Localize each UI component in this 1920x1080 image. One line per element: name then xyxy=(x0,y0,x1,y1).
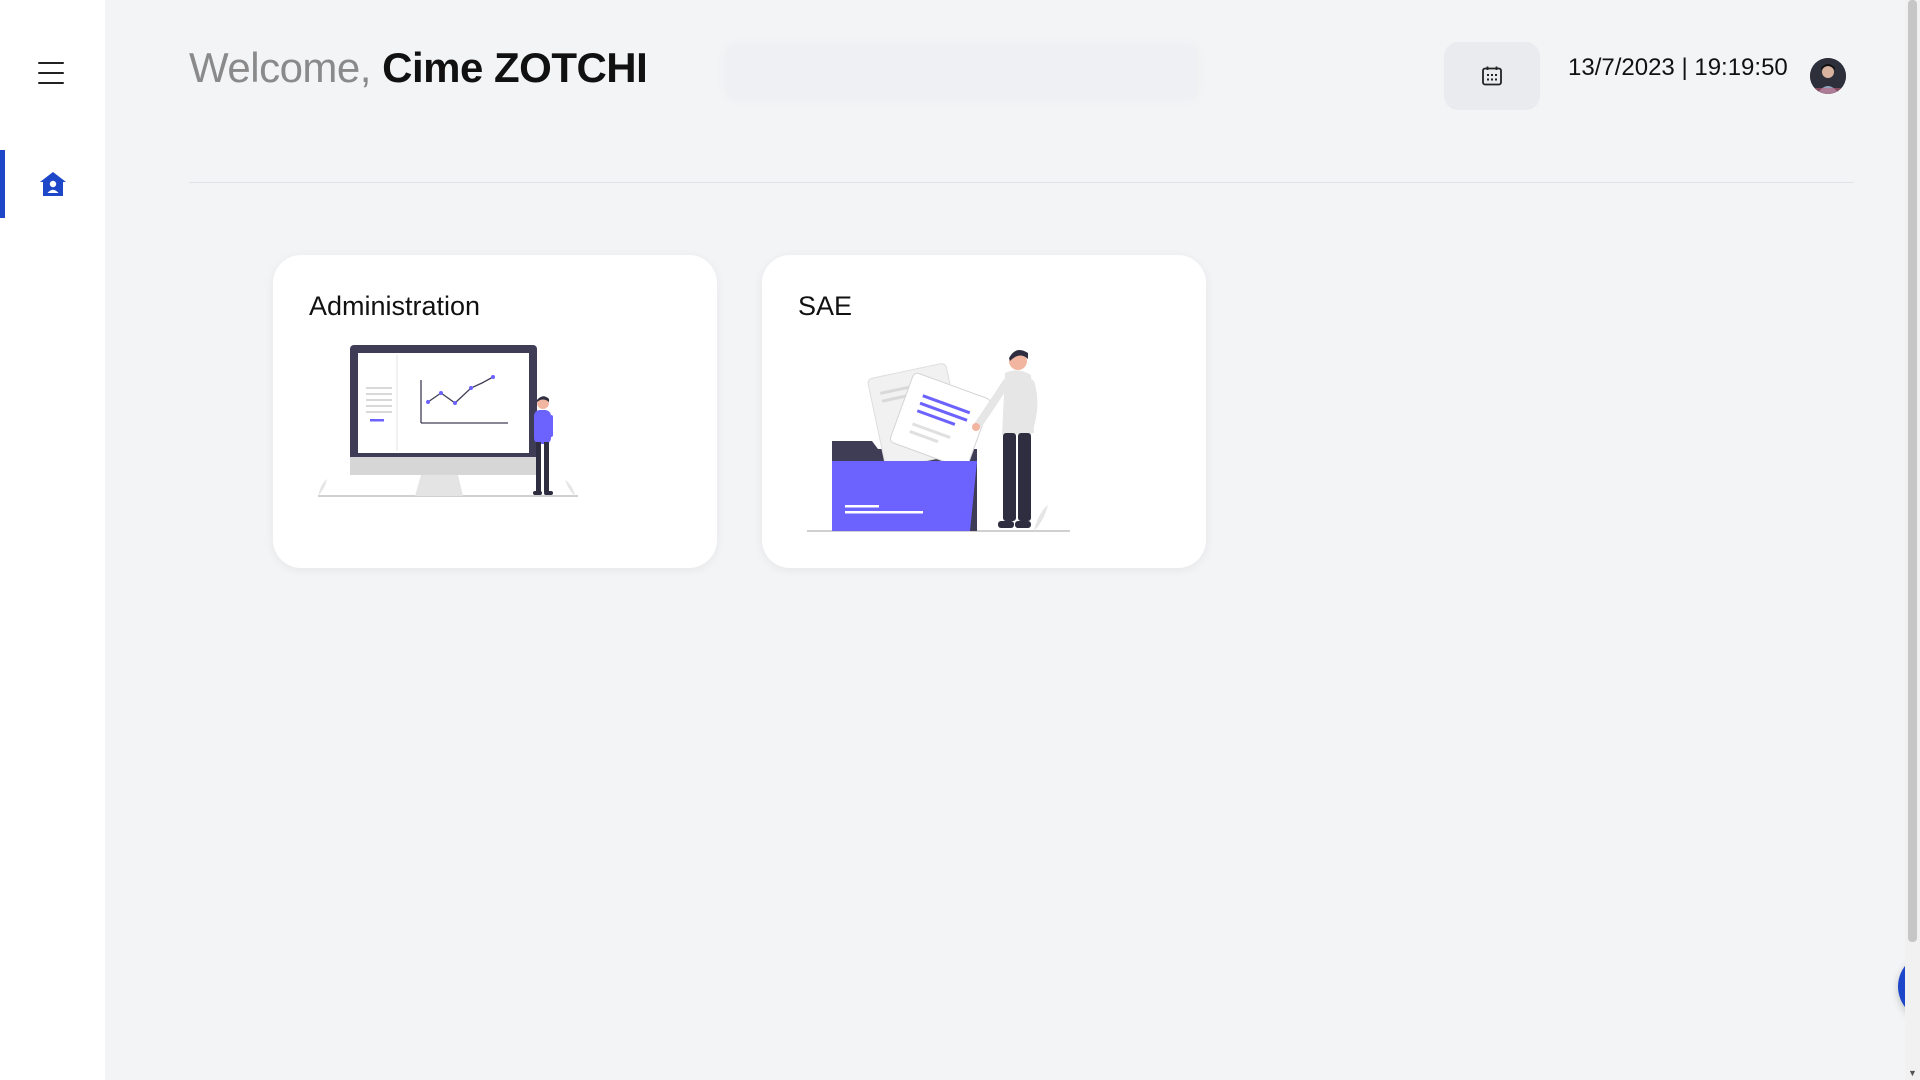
card-title: SAE xyxy=(798,291,853,321)
vertical-scrollbar[interactable]: ▼ xyxy=(1905,0,1920,1080)
calendar-icon xyxy=(1482,66,1502,86)
search-placeholder-box xyxy=(727,46,1197,98)
active-indicator xyxy=(0,150,5,218)
main-content: Welcome, Cime ZOTCHI 13/7/2023 | 19:19:5… xyxy=(105,0,1920,1080)
card-administration[interactable]: Administration xyxy=(273,255,717,568)
user-avatar[interactable] xyxy=(1810,58,1846,94)
documents-illustration xyxy=(807,349,1070,532)
dashboard-illustration xyxy=(318,345,578,497)
card-title: Administration xyxy=(309,291,481,321)
sidebar-item-home[interactable] xyxy=(0,150,105,218)
calendar-button[interactable] xyxy=(1444,42,1540,110)
home-icon xyxy=(39,172,66,196)
scrollbar-thumb[interactable] xyxy=(1908,0,1917,942)
page-title: Welcome, Cime ZOTCHI xyxy=(189,44,648,92)
menu-toggle-icon[interactable] xyxy=(38,62,64,84)
datetime-display: 13/7/2023 | 19:19:50 xyxy=(1568,54,1788,81)
scroll-down-arrow-icon[interactable]: ▼ xyxy=(1905,1066,1920,1080)
user-name: Cime ZOTCHI xyxy=(382,44,648,91)
header-divider xyxy=(189,182,1854,183)
welcome-greeting: Welcome, xyxy=(189,44,371,91)
card-sae[interactable]: SAE xyxy=(762,255,1206,568)
sidebar xyxy=(0,0,105,1080)
